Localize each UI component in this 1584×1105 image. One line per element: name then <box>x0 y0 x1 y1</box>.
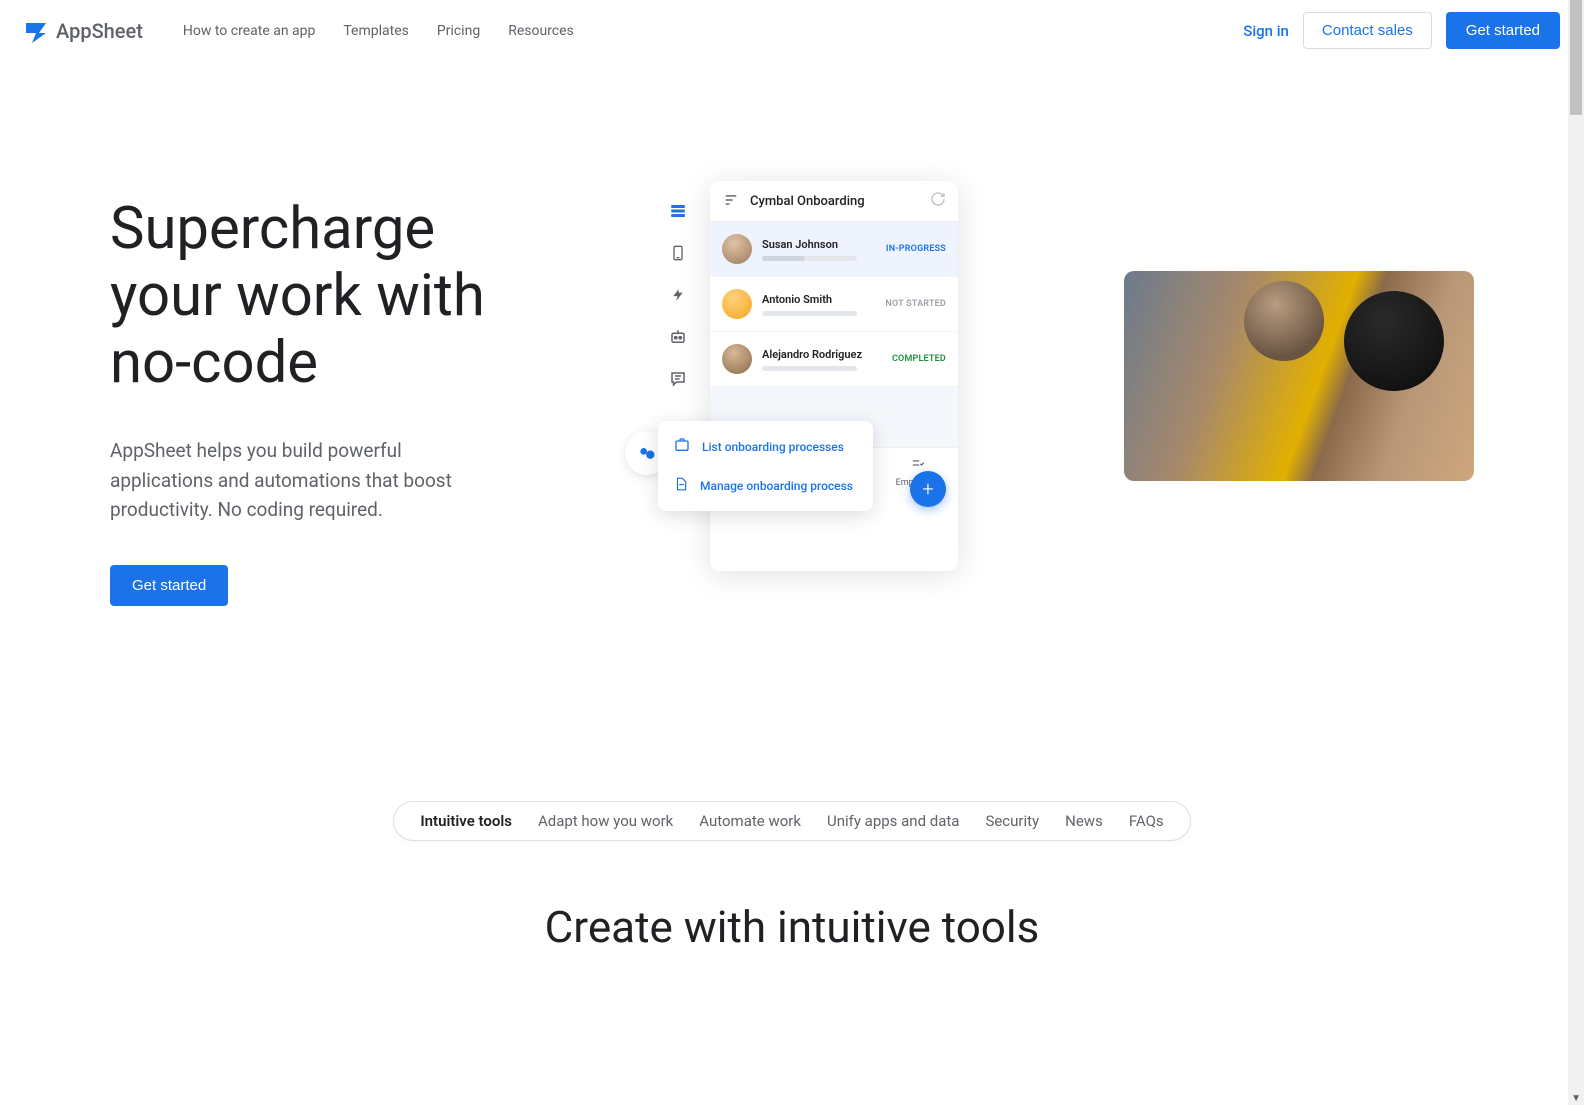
section-heading: Create with intuitive tools <box>0 901 1584 953</box>
progress-bar <box>762 311 857 316</box>
nav-pricing[interactable]: Pricing <box>437 23 480 39</box>
scrollbar[interactable]: ▲ ▼ <box>1568 0 1584 1105</box>
main-nav: How to create an app Templates Pricing R… <box>183 23 574 39</box>
person-name: Susan Johnson <box>762 238 876 251</box>
nav-resources[interactable]: Resources <box>508 23 574 39</box>
hero-title: Supercharge your work with no-code <box>110 196 590 396</box>
badge-id-icon <box>674 437 690 456</box>
hero-title-line2: your work with <box>110 262 485 330</box>
status-badge: COMPLETED <box>892 354 946 364</box>
add-button[interactable]: + <box>910 471 946 507</box>
header-actions: Sign in Contact sales Get started <box>1243 12 1560 49</box>
builder-sidebar <box>660 201 696 389</box>
bolt-icon[interactable] <box>668 285 688 305</box>
pill-adapt[interactable]: Adapt how you work <box>538 812 673 830</box>
data-icon[interactable] <box>668 201 688 221</box>
popover-item-manage[interactable]: Manage onboarding process <box>658 466 873 505</box>
avatar <box>722 344 752 374</box>
hero-title-line3: no-code <box>110 329 318 397</box>
hero-photo <box>1124 271 1474 481</box>
mobile-icon[interactable] <box>668 243 688 263</box>
nav-templates[interactable]: Templates <box>343 23 409 39</box>
avatar <box>722 289 752 319</box>
brand-name: AppSheet <box>56 19 143 43</box>
popover-label: Manage onboarding process <box>700 479 853 493</box>
list-item[interactable]: Antonio Smith NOT STARTED <box>710 277 958 332</box>
status-badge: NOT STARTED <box>885 299 946 309</box>
pill-automate[interactable]: Automate work <box>699 812 801 830</box>
pill-intuitive-tools[interactable]: Intuitive tools <box>420 812 512 830</box>
sort-icon[interactable] <box>722 192 740 211</box>
sign-in-link[interactable]: Sign in <box>1243 22 1289 40</box>
app-title: Cymbal Onboarding <box>750 194 920 209</box>
action-popover: List onboarding processes Manage onboard… <box>658 421 873 511</box>
brand[interactable]: AppSheet <box>24 19 143 43</box>
hero-illustration: Cymbal Onboarding Susan Johnson IN-PROGR… <box>630 181 1474 621</box>
site-header: AppSheet How to create an app Templates … <box>0 0 1584 61</box>
pill-news[interactable]: News <box>1065 812 1103 830</box>
pill-unify[interactable]: Unify apps and data <box>827 812 959 830</box>
hero-subtitle: AppSheet helps you build powerful applic… <box>110 436 490 524</box>
refresh-icon[interactable] <box>930 191 946 211</box>
popover-item-list[interactable]: List onboarding processes <box>658 427 873 466</box>
status-badge: IN-PROGRESS <box>886 244 946 254</box>
chat-icon[interactable] <box>668 369 688 389</box>
person-name: Antonio Smith <box>762 293 875 306</box>
scroll-thumb[interactable] <box>1570 0 1582 115</box>
progress-bar <box>762 366 857 371</box>
avatar <box>722 234 752 264</box>
app-preview-phone: Cymbal Onboarding Susan Johnson IN-PROGR… <box>710 181 958 571</box>
nav-how-to[interactable]: How to create an app <box>183 23 315 39</box>
pill-faqs[interactable]: FAQs <box>1129 812 1164 830</box>
progress-bar <box>762 256 857 261</box>
get-started-button-header[interactable]: Get started <box>1446 12 1560 49</box>
popover-label: List onboarding processes <box>702 440 844 454</box>
pill-security[interactable]: Security <box>985 812 1039 830</box>
appsheet-logo-icon <box>24 19 48 43</box>
list-item[interactable]: Susan Johnson IN-PROGRESS <box>710 222 958 277</box>
get-started-button-hero[interactable]: Get started <box>110 565 228 606</box>
section-tabs: Intuitive tools Adapt how you work Autom… <box>393 801 1190 841</box>
bot-icon[interactable] <box>668 327 688 347</box>
person-name: Alejandro Rodriguez <box>762 348 882 361</box>
scroll-down-icon[interactable]: ▼ <box>1571 1093 1581 1104</box>
document-icon <box>674 476 688 495</box>
list-item[interactable]: Alejandro Rodriguez COMPLETED <box>710 332 958 387</box>
hero-section: Supercharge your work with no-code AppSh… <box>0 61 1584 681</box>
hero-title-line1: Supercharge <box>110 195 435 263</box>
contact-sales-button[interactable]: Contact sales <box>1303 12 1432 49</box>
